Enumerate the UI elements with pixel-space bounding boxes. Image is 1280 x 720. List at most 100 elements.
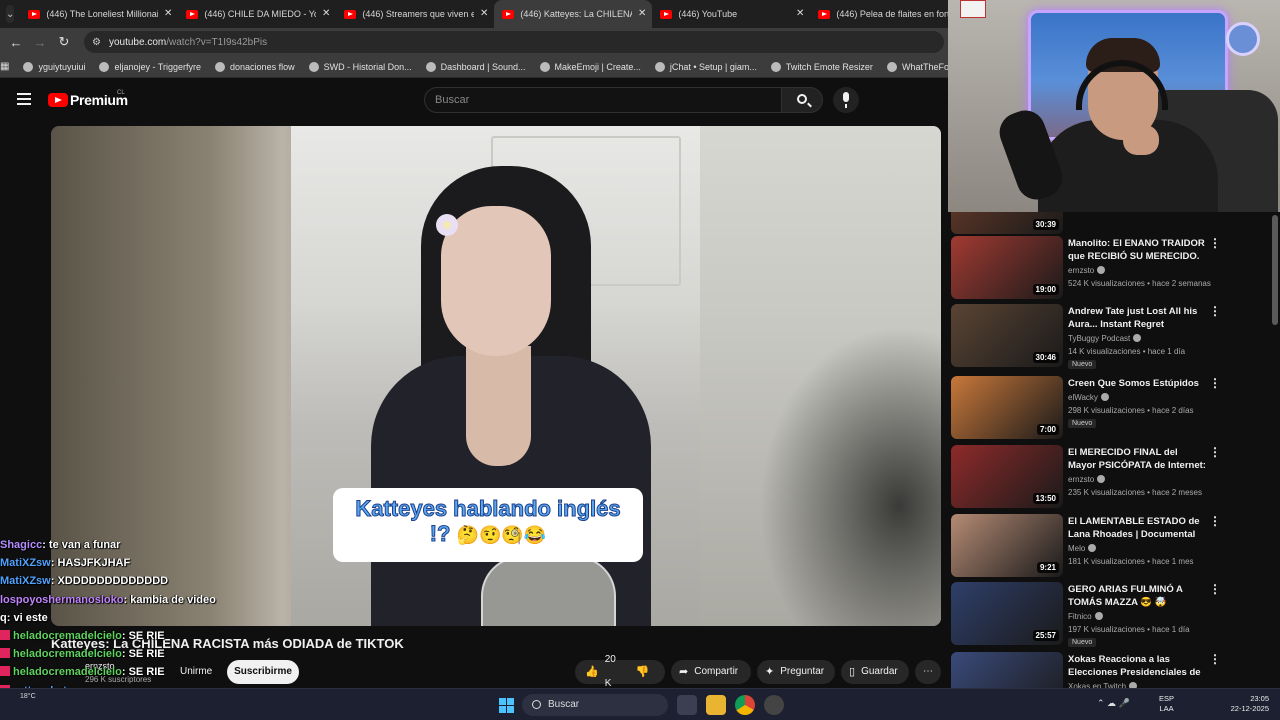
recommended-video-title[interactable]: Xokas Reacciona a las Elecciones Preside… xyxy=(1068,653,1208,680)
search-input[interactable]: Buscar xyxy=(424,87,782,113)
bookmark-item[interactable]: jChat • Setup | giam... xyxy=(654,61,757,72)
recommended-video-title[interactable]: Andrew Tate just Lost All his Aura... In… xyxy=(1068,305,1208,331)
youtube-logo-icon[interactable] xyxy=(48,93,68,107)
recommended-channel[interactable]: ernzsto xyxy=(1068,475,1106,484)
video-options-kebab-icon[interactable] xyxy=(1209,304,1221,318)
page-scrollbar[interactable] xyxy=(1272,215,1278,325)
video-thumbnail[interactable]: 19:00 xyxy=(951,236,1063,299)
task-view-icon[interactable] xyxy=(677,695,697,715)
close-tab-icon[interactable]: ✕ xyxy=(638,8,646,19)
close-tab-icon[interactable]: ✕ xyxy=(322,8,330,19)
chrome-icon[interactable] xyxy=(735,695,755,715)
bookmark-item[interactable]: MakeEmoji | Create... xyxy=(539,61,641,72)
system-tray-icons[interactable]: ⌃ ☁ 🎤 xyxy=(1097,698,1130,709)
recommended-video[interactable]: 30:39159 K visualizaciones • hace 2 días… xyxy=(951,212,1271,235)
weather-widget[interactable]: 18°C xyxy=(20,693,36,700)
ask-label: Preguntar xyxy=(780,666,825,677)
bookmark-item[interactable]: yguiytuyuiui xyxy=(23,61,85,72)
channel-label: elWacky xyxy=(1068,393,1098,402)
recommended-channel[interactable]: Fitnico xyxy=(1068,612,1103,621)
youtube-favicon-icon xyxy=(28,9,41,19)
reload-icon[interactable]: ↻ xyxy=(52,34,76,50)
back-arrow-icon[interactable]: ← xyxy=(4,35,28,50)
app-icon[interactable] xyxy=(764,695,784,715)
recommended-video[interactable]: 30:46 Andrew Tate just Lost All his Aura.… xyxy=(951,304,1271,369)
video-thumbnail[interactable]: 30:46 xyxy=(951,304,1063,367)
browser-tab[interactable]: (446) Katteyes: La CHILENA RAC ✕ xyxy=(494,0,653,28)
recommended-channel[interactable]: Melo xyxy=(1068,544,1097,553)
close-tab-icon[interactable]: ✕ xyxy=(480,8,488,19)
recommended-video[interactable]: Xokas Reacciona a las Elecciones Preside… xyxy=(951,652,1271,688)
recommended-video-title[interactable]: Manolito: El ENANO TRAIDOR que RECIBIÓ S… xyxy=(1068,237,1208,263)
video-options-kebab-icon[interactable] xyxy=(1209,652,1221,666)
video-options-kebab-icon[interactable] xyxy=(1209,582,1221,596)
save-button[interactable]: ▯ Guardar xyxy=(841,660,909,684)
bookmark-item[interactable]: SWD - Historial Don... xyxy=(308,61,412,72)
address-bar[interactable]: ⚙ youtube.com/watch?v=T1I9s42bPis xyxy=(84,31,944,53)
language-indicator[interactable]: ESP LAA xyxy=(1159,694,1174,714)
windows-start-icon[interactable] xyxy=(499,698,514,713)
video-thumbnail[interactable]: 9:21 xyxy=(951,514,1063,577)
recommended-video[interactable]: 7:00 Creen Que Somos Estúpidos elWacky 298 … xyxy=(951,376,1271,440)
browser-tab[interactable]: (446) YouTube ✕ xyxy=(652,0,810,28)
clock[interactable]: 23:05 22-12-2025 xyxy=(1227,694,1269,714)
more-actions-button[interactable]: ⋯ xyxy=(915,660,941,684)
bookmark-item[interactable]: Dashboard | Sound... xyxy=(425,61,526,72)
recommended-video[interactable]: 19:00 Manolito: El ENANO TRAIDOR que RECI… xyxy=(951,236,1271,300)
recommended-video[interactable]: 25:57 GERO ARIAS FULMINÓ A TOMÁS MAZZA 😎 … xyxy=(951,582,1271,647)
bookmark-label: donaciones flow xyxy=(230,61,295,72)
video-options-kebab-icon[interactable] xyxy=(1209,376,1221,390)
youtube-header: Premium CL Buscar xyxy=(0,78,948,122)
recommended-video[interactable]: 9:21 El LAMENTABLE ESTADO de Lana Rhoades… xyxy=(951,514,1271,578)
recommended-video-title[interactable]: GERO ARIAS FULMINÓ A TOMÁS MAZZA 😎 🤯 xyxy=(1068,583,1208,609)
forward-arrow-icon[interactable]: → xyxy=(28,35,52,50)
apps-grid-icon[interactable]: ▦ xyxy=(0,61,9,72)
video-options-kebab-icon[interactable] xyxy=(1209,445,1221,459)
windows-taskbar: 18°C Buscar ⌃ ☁ 🎤 ESP LAA 23:05 22-12-2025 xyxy=(0,688,1280,720)
site-info-icon[interactable]: ⚙ xyxy=(92,37,101,48)
search-button[interactable] xyxy=(781,87,823,113)
browser-tab[interactable]: (446) Pelea de flaites en fortnit✕ xyxy=(810,0,968,28)
youtube-favicon-icon xyxy=(818,9,831,19)
file-explorer-icon[interactable] xyxy=(706,695,726,715)
like-button[interactable]: 👍 20 K xyxy=(575,654,626,689)
more-dots-icon: ⋯ xyxy=(923,666,933,677)
search-icon xyxy=(797,94,807,104)
bookmark-item[interactable]: donaciones flow xyxy=(215,61,295,72)
video-thumbnail[interactable]: 7:00 xyxy=(951,376,1063,439)
video-thumbnail[interactable]: 13:50 xyxy=(951,445,1063,508)
share-button[interactable]: ➦ Compartir xyxy=(671,660,751,684)
chat-username: heladocremadelcielo xyxy=(13,666,122,679)
tab-search-chevron-icon[interactable]: ⌄ xyxy=(6,5,15,23)
ask-button[interactable]: ✦ Preguntar xyxy=(757,660,835,684)
close-tab-icon[interactable]: ✕ xyxy=(796,8,804,19)
recommended-channel[interactable]: ernzsto xyxy=(1068,266,1106,275)
video-thumbnail[interactable]: 25:57 xyxy=(951,582,1063,645)
bookmark-item[interactable]: WhatTheFont Font |... xyxy=(886,61,948,72)
recommended-video-title[interactable]: El MERECIDO FINAL del Mayor PSICÓPATA de… xyxy=(1068,446,1208,473)
bookmark-favicon-icon xyxy=(886,61,897,72)
menu-icon[interactable] xyxy=(17,93,31,105)
recommended-video[interactable]: 13:50 El MERECIDO FINAL del Mayor PSICÓPA… xyxy=(951,445,1271,509)
like-dislike-pill: 👍 20 K 👎 xyxy=(575,654,666,689)
chat-separator: : xyxy=(121,648,129,661)
voice-search-mic-icon[interactable] xyxy=(833,87,859,113)
recommended-channel[interactable]: TyBuggy Podcast xyxy=(1068,334,1142,343)
browser-tab[interactable]: (446) Streamers que viven entr ✕ xyxy=(336,0,494,28)
recommended-video-title[interactable]: El LAMENTABLE ESTADO de Lana Rhoades | D… xyxy=(1068,515,1208,541)
video-thumbnail[interactable] xyxy=(951,652,1063,688)
browser-tab[interactable]: (446) The Loneliest Millionaire c ✕ xyxy=(20,0,178,28)
close-tab-icon[interactable]: ✕ xyxy=(164,8,172,19)
browser-tab[interactable]: (446) CHILE DA MIEDO - YouTu ✕ xyxy=(178,0,336,28)
taskbar-search[interactable]: Buscar xyxy=(522,694,668,716)
video-thumbnail[interactable]: 30:39 xyxy=(951,212,1063,234)
video-options-kebab-icon[interactable] xyxy=(1209,236,1221,250)
dislike-button[interactable]: 👎 xyxy=(626,660,666,684)
video-options-kebab-icon[interactable] xyxy=(1209,514,1221,528)
chat-username: heladocremadelcielo xyxy=(13,629,122,642)
recommended-video-title[interactable]: Creen Que Somos Estúpidos xyxy=(1068,377,1208,390)
bookmark-item[interactable]: eljanojey - Triggerfyre xyxy=(99,61,201,72)
bookmark-item[interactable]: Twitch Emote Resizer xyxy=(770,61,873,72)
new-badge: Nuevo xyxy=(1068,419,1097,428)
recommended-channel[interactable]: elWacky xyxy=(1068,393,1109,402)
